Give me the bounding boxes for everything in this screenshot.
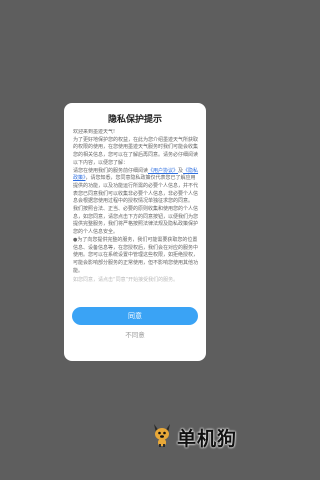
permission-text: ●为了向您提供完整的服务，我们可能需要获取您的位置信息、设备信息等，在您授权后，… [73,236,199,274]
policy-text: 请您在使用我们的服务前仔细阅读《用户协议》及《隐私政策》，请您知悉，您同意隐私政… [73,168,199,207]
intro-text: 为了更好地保护您的权益，在此为您介绍墨迹天气所获取的权限的使用，在您使用墨迹天气… [73,136,199,166]
welcome-text: 欢迎来到墨迹天气! [73,129,116,135]
policy-tail: ，请您知悉，您同意隐私政策仅代表您已了解应用提供的功能，以及功能运行所需的必要个… [73,175,199,205]
consent-hint-text: 如您同意，请点击“同意”开始接受我们的服务。 [73,277,179,284]
user-agreement-link[interactable]: 《用户协议》 [148,168,178,174]
watermark: 单机狗 [150,424,237,450]
policy-intro: 请您在使用我们的服务前仔细阅读 [73,167,149,174]
dog-mascot-icon [150,422,174,452]
dialog-body: 欢迎来到墨迹天气! 为了更好地保护您的权益，在此为您介绍墨迹天气所获取的权限的使… [73,129,199,327]
watermark-text: 单机狗 [177,427,238,450]
collection-text: 我们按照合法、正当、必要的原则收集和使用您的个人信息，如您同意，请您点击下方的同… [73,206,199,236]
disagree-button[interactable]: 不同意 [64,329,206,339]
dialog-title: 隐私保护提示 [107,115,162,125]
privacy-dialog: 隐私保护提示 欢迎来到墨迹天气! 为了更好地保护您的权益，在此为您介绍墨迹天气所… [64,103,206,361]
agree-button[interactable]: 同意 [72,307,198,325]
